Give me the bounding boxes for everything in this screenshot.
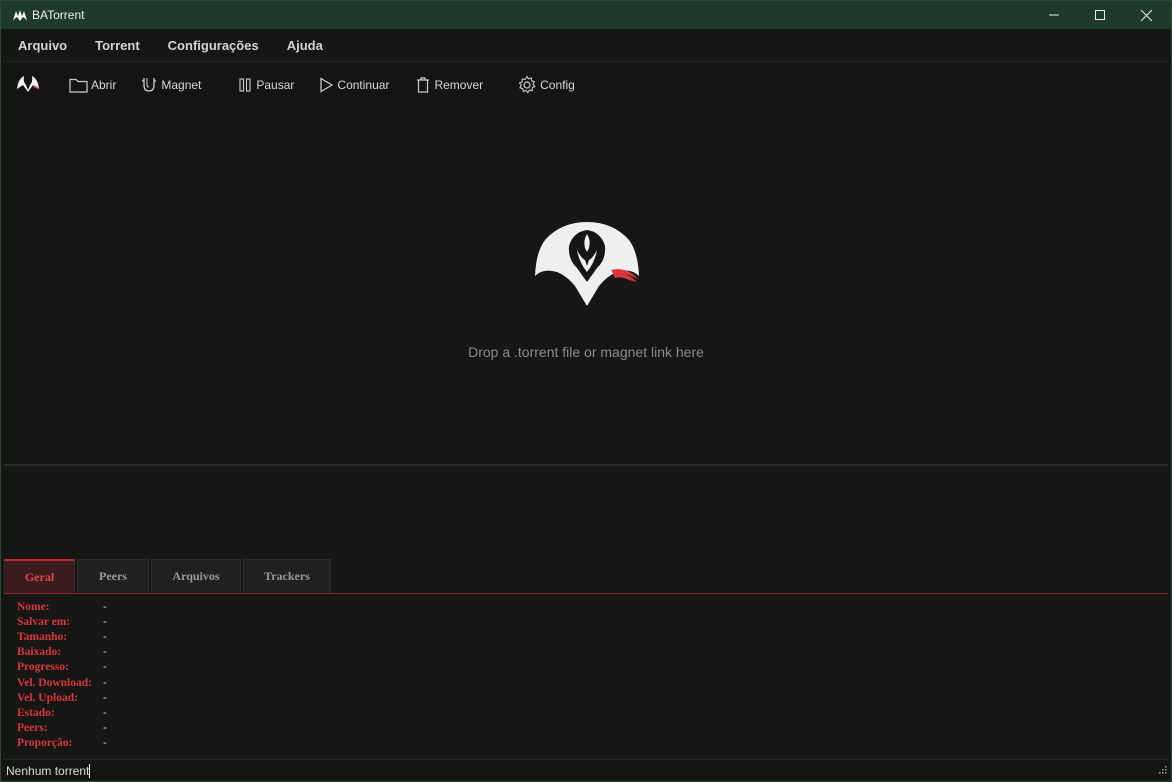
detail-label: Proporção: (17, 737, 73, 749)
detail-row-nome: Nome: - (17, 601, 107, 616)
detail-label: Baixado: (17, 646, 62, 658)
pause-icon (239, 78, 251, 92)
batorrent-logo-icon (531, 220, 643, 315)
detail-value: - (103, 601, 107, 613)
remove-button[interactable]: Remover (415, 70, 483, 100)
detail-value: - (103, 692, 107, 704)
resize-grip-icon[interactable] (1157, 761, 1167, 779)
pause-button[interactable]: Pausar (237, 70, 294, 100)
resume-label: Continuar (337, 78, 390, 92)
detail-value: - (103, 707, 107, 719)
menu-ajuda[interactable]: Ajuda (273, 38, 337, 53)
detail-label: Tamanho: (17, 631, 68, 643)
detail-label: Progresso: (17, 661, 69, 673)
detail-value: - (103, 737, 107, 749)
resume-button[interactable]: Continuar (318, 70, 389, 100)
menu-arquivo[interactable]: Arquivo (3, 38, 81, 53)
detail-value: - (103, 661, 107, 673)
open-label: Abrir (91, 78, 117, 92)
folder-icon (69, 78, 88, 93)
status-bar: Nenhum torrent (3, 759, 1169, 781)
detail-label: Estado: (17, 707, 55, 719)
detail-label: Peers: (17, 722, 48, 734)
detail-label: Nome: (17, 601, 50, 613)
general-details-panel: Nome: - Salvar em: - Tamanho: - Baixado: - P… (4, 594, 1168, 758)
menu-configuracoes[interactable]: Configurações (154, 38, 273, 53)
tab-trackers[interactable]: Trackers (243, 559, 331, 593)
torrent-list-area (4, 466, 1168, 558)
remove-label: Remover (434, 78, 484, 92)
detail-row-tamanho: Tamanho: - (17, 631, 107, 646)
app-window: BATorrent Arquivo Torrent Configurações … (0, 0, 1172, 782)
drop-hint: Drop a .torrent file or magnet link here (468, 344, 704, 360)
app-logo-icon (12, 7, 28, 23)
detail-label: Salvar em: (17, 616, 71, 628)
detail-row-proporcao: Proporção: - (17, 737, 107, 752)
tab-peers[interactable]: Peers (77, 559, 149, 593)
close-button[interactable] (1123, 1, 1169, 29)
config-label: Config (540, 78, 575, 92)
drop-zone[interactable]: Drop a .torrent file or magnet link here (4, 108, 1168, 464)
trash-icon (417, 77, 430, 93)
text-caret (89, 764, 91, 778)
gear-icon (518, 75, 536, 94)
menu-bar: Arquivo Torrent Configurações Ajuda (3, 30, 1169, 62)
config-button[interactable]: Config (517, 70, 575, 100)
detail-row-vel-upload: Vel. Upload: - (17, 692, 107, 707)
detail-label: Vel. Download: (17, 677, 92, 689)
menu-torrent[interactable]: Torrent (81, 38, 154, 53)
detail-row-baixado: Baixado: - (17, 646, 107, 661)
detail-value: - (103, 646, 107, 658)
open-button[interactable]: Abrir (69, 70, 116, 100)
toolbar: Abrir Magnet Pausar Continuar Remover Co… (3, 63, 1169, 107)
minimize-button[interactable] (1031, 1, 1077, 29)
details-tabs: Geral Peers Arquivos Trackers (4, 559, 333, 594)
magnet-button[interactable]: Magnet (140, 70, 201, 100)
detail-value: - (103, 631, 107, 643)
status-message: Nenhum torrent (6, 764, 90, 778)
tab-arquivos[interactable]: Arquivos (151, 559, 241, 593)
detail-row-salvar-em: Salvar em: - (17, 616, 107, 631)
detail-value: - (103, 722, 107, 734)
window-title: BATorrent (32, 8, 85, 22)
magnet-icon (142, 78, 157, 92)
toolbar-logo-icon (15, 73, 43, 98)
play-icon (320, 77, 334, 93)
detail-row-estado: Estado: - (17, 707, 107, 722)
magnet-label: Magnet (161, 78, 202, 92)
title-bar[interactable]: BATorrent (1, 1, 1171, 29)
detail-row-progresso: Progresso: - (17, 661, 107, 676)
tab-geral[interactable]: Geral (4, 559, 75, 593)
maximize-button[interactable] (1077, 1, 1123, 29)
detail-value: - (103, 677, 107, 689)
status-text: Nenhum torrent (6, 764, 91, 778)
detail-row-vel-download: Vel. Download: - (17, 677, 107, 692)
detail-value: - (103, 616, 107, 628)
pause-label: Pausar (256, 78, 295, 92)
detail-label: Vel. Upload: (17, 692, 78, 704)
detail-row-peers: Peers: - (17, 722, 107, 737)
